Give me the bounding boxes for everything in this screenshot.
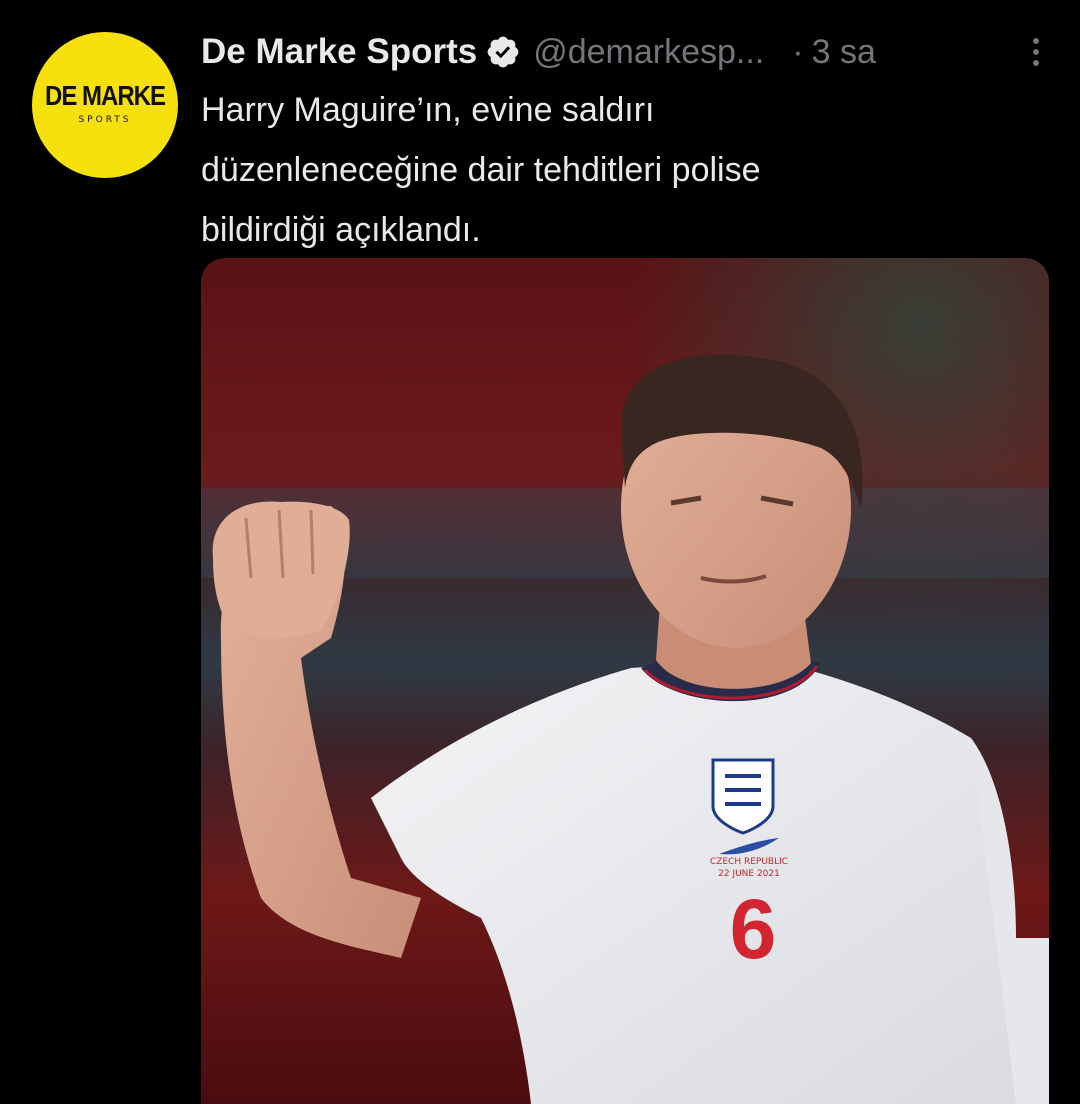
verified-badge-icon [485, 34, 521, 70]
tweet-header: De Marke Sports @demarkesp... · 3 sa [201, 28, 1050, 76]
shirt-text-line1: CZECH REPUBLIC [710, 857, 788, 867]
avatar-logo-text: DE MARKE [44, 80, 166, 112]
user-handle[interactable]: @demarkesp... [533, 33, 764, 72]
avatar[interactable]: DE MARKE SPORTS [32, 32, 178, 178]
tweet-text: Harry Maguire’ın, evine saldırı düzenlen… [201, 91, 761, 249]
more-dot [1033, 60, 1039, 66]
player-photo: CZECH REPUBLIC 22 JUNE 2021 6 [201, 258, 1049, 1104]
more-dot [1033, 38, 1039, 44]
avatar-logo-subtext: SPORTS [78, 115, 132, 125]
tweet-timestamp[interactable]: 3 sa [812, 33, 876, 72]
more-dot [1033, 49, 1039, 55]
tweet-image[interactable]: CZECH REPUBLIC 22 JUNE 2021 6 [201, 258, 1049, 1104]
more-options-icon[interactable] [1022, 32, 1050, 72]
separator-dot: · [792, 32, 804, 71]
display-name[interactable]: De Marke Sports [201, 32, 477, 72]
shirt-text-line2: 22 JUNE 2021 [718, 869, 780, 879]
tweet[interactable]: DE MARKE SPORTS De Marke Sports @demarke… [0, 0, 1080, 1104]
shirt-number: 6 [730, 882, 777, 976]
